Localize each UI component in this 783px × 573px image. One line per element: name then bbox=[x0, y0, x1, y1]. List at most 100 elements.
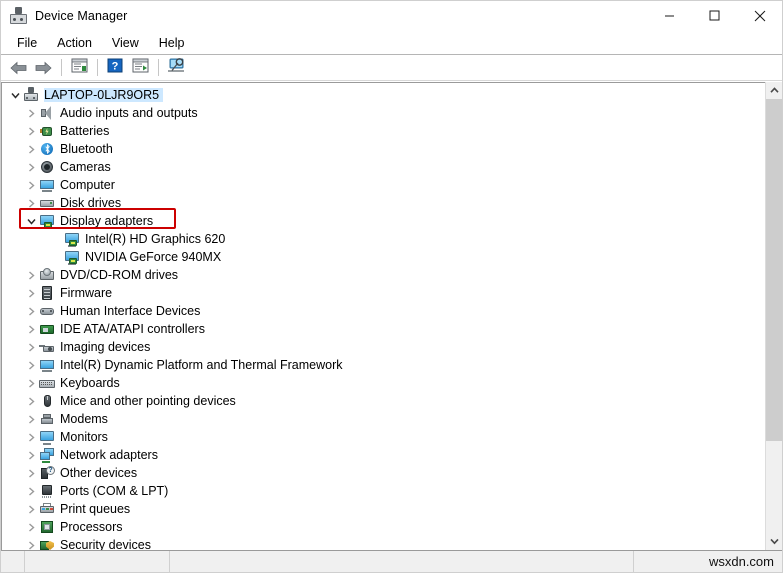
chevron-right-icon[interactable] bbox=[24, 194, 39, 212]
tree-item-human-interface-devices[interactable]: Human Interface Devices bbox=[2, 302, 765, 320]
menu-bar: File Action View Help bbox=[1, 31, 782, 55]
scrollbar-thumb[interactable] bbox=[766, 99, 782, 441]
chevron-right-icon[interactable] bbox=[24, 428, 39, 446]
chevron-right-icon[interactable] bbox=[24, 518, 39, 536]
tree-item-label: Ports (COM & LPT) bbox=[60, 484, 169, 498]
vertical-scrollbar[interactable] bbox=[765, 82, 782, 550]
menu-action[interactable]: Action bbox=[47, 34, 102, 52]
dvd-drive-icon bbox=[39, 267, 55, 283]
update-driver-button[interactable] bbox=[128, 57, 152, 79]
tree-item-label: Computer bbox=[60, 178, 115, 192]
tree-item-label: Disk drives bbox=[60, 196, 122, 210]
tree-item-label: Imaging devices bbox=[60, 340, 151, 354]
close-button[interactable] bbox=[737, 1, 782, 31]
computer-icon bbox=[39, 177, 55, 193]
toolbar: ? bbox=[1, 55, 782, 81]
tree-item-modems[interactable]: Modems bbox=[2, 410, 765, 428]
tree-root-node[interactable]: LAPTOP-0LJR9OR5 bbox=[2, 86, 765, 104]
window-title: Device Manager bbox=[35, 8, 128, 23]
chevron-down-icon[interactable] bbox=[24, 212, 39, 230]
chevron-right-icon[interactable] bbox=[24, 338, 39, 356]
tree-item-disk-drives[interactable]: Disk drives bbox=[2, 194, 765, 212]
device-manager-icon bbox=[10, 7, 27, 24]
chevron-right-icon[interactable] bbox=[24, 158, 39, 176]
chevron-right-icon[interactable] bbox=[24, 140, 39, 158]
tree-item-computer[interactable]: Computer bbox=[2, 176, 765, 194]
scroll-up-button[interactable] bbox=[766, 82, 782, 99]
tree-item-intel-hd-graphics-620[interactable]: Intel(R) HD Graphics 620 bbox=[2, 230, 765, 248]
tree-item-network-adapters[interactable]: Network adapters bbox=[2, 446, 765, 464]
chevron-right-icon[interactable] bbox=[24, 410, 39, 428]
tree-item-bluetooth[interactable]: Bluetooth bbox=[2, 140, 765, 158]
chevron-right-icon[interactable] bbox=[24, 392, 39, 410]
tree-item-label: Mice and other pointing devices bbox=[60, 394, 236, 408]
tree-item-mice-and-other-pointing-devices[interactable]: Mice and other pointing devices bbox=[2, 392, 765, 410]
tree-item-intel-dynamic-platform-and-thermal-framework[interactable]: Intel(R) Dynamic Platform and Thermal Fr… bbox=[2, 356, 765, 374]
tree-root-label: LAPTOP-0LJR9OR5 bbox=[44, 88, 164, 102]
tree-item-imaging-devices[interactable]: Imaging devices bbox=[2, 338, 765, 356]
tree-item-ide-ata-atapi-controllers[interactable]: IDE ATA/ATAPI controllers bbox=[2, 320, 765, 338]
tree-item-label: Monitors bbox=[60, 430, 108, 444]
menu-file[interactable]: File bbox=[7, 34, 47, 52]
chevron-right-icon[interactable] bbox=[24, 374, 39, 392]
imaging-device-icon bbox=[39, 339, 55, 355]
tree-item-nvidia-geforce-940mx[interactable]: NVIDIA GeForce 940MX bbox=[2, 248, 765, 266]
tree-item-display-adapters[interactable]: Display adapters bbox=[2, 212, 765, 230]
chevron-down-icon[interactable] bbox=[8, 86, 23, 104]
back-button[interactable] bbox=[6, 57, 30, 79]
display-adapter-icon bbox=[39, 213, 55, 229]
chevron-right-icon[interactable] bbox=[24, 446, 39, 464]
help-button[interactable]: ? bbox=[103, 57, 127, 79]
toolbar-separator bbox=[97, 59, 98, 76]
tree-item-firmware[interactable]: Firmware bbox=[2, 284, 765, 302]
properties-icon bbox=[71, 58, 88, 78]
tree-item-cameras[interactable]: Cameras bbox=[2, 158, 765, 176]
chevron-right-icon[interactable] bbox=[24, 356, 39, 374]
status-cell-2 bbox=[25, 550, 170, 573]
toolbar-separator bbox=[158, 59, 159, 76]
svg-text:?: ? bbox=[112, 60, 119, 72]
tree-item-security-devices[interactable]: Security devices bbox=[2, 536, 765, 550]
update-driver-icon bbox=[132, 58, 149, 78]
chevron-right-icon[interactable] bbox=[24, 482, 39, 500]
watermark: wsxdn.com bbox=[708, 554, 774, 569]
chevron-right-icon[interactable] bbox=[24, 464, 39, 482]
forward-button[interactable] bbox=[31, 57, 55, 79]
minimize-button[interactable] bbox=[647, 1, 692, 31]
chevron-right-icon[interactable] bbox=[24, 122, 39, 140]
maximize-button[interactable] bbox=[692, 1, 737, 31]
tree-item-ports-com-lpt[interactable]: Ports (COM & LPT) bbox=[2, 482, 765, 500]
tree-item-audio-inputs-and-outputs[interactable]: Audio inputs and outputs bbox=[2, 104, 765, 122]
tree-item-other-devices[interactable]: ? Other devices bbox=[2, 464, 765, 482]
content-area: LAPTOP-0LJR9OR5 Audio inputs and outputs bbox=[1, 81, 782, 550]
tree-item-dvd-cd-rom-drives[interactable]: DVD/CD-ROM drives bbox=[2, 266, 765, 284]
tree-item-print-queues[interactable]: Print queues bbox=[2, 500, 765, 518]
tree-item-label: Modems bbox=[60, 412, 108, 426]
tree-item-label: DVD/CD-ROM drives bbox=[60, 268, 179, 282]
chevron-right-icon[interactable] bbox=[24, 500, 39, 518]
chevron-right-icon[interactable] bbox=[24, 320, 39, 338]
camera-icon bbox=[39, 159, 55, 175]
modem-icon bbox=[39, 411, 55, 427]
menu-view[interactable]: View bbox=[102, 34, 149, 52]
network-adapter-icon bbox=[39, 447, 55, 463]
computer-node-icon bbox=[23, 87, 39, 103]
chevron-right-icon[interactable] bbox=[24, 266, 39, 284]
chevron-right-icon[interactable] bbox=[24, 176, 39, 194]
scroll-down-button[interactable] bbox=[766, 533, 782, 550]
chevron-right-icon[interactable] bbox=[24, 302, 39, 320]
device-tree[interactable]: LAPTOP-0LJR9OR5 Audio inputs and outputs bbox=[1, 82, 765, 550]
menu-help[interactable]: Help bbox=[149, 34, 195, 52]
properties-button[interactable] bbox=[67, 57, 91, 79]
tree-item-label: Bluetooth bbox=[60, 142, 113, 156]
tree-item-batteries[interactable]: Batteries bbox=[2, 122, 765, 140]
chevron-right-icon[interactable] bbox=[24, 536, 39, 550]
tree-item-monitors[interactable]: Monitors bbox=[2, 428, 765, 446]
chevron-right-icon[interactable] bbox=[24, 104, 39, 122]
scrollbar-track[interactable] bbox=[766, 99, 782, 533]
tree-item-keyboards[interactable]: Keyboards bbox=[2, 374, 765, 392]
scan-hardware-changes-button[interactable] bbox=[164, 57, 188, 79]
chevron-right-icon[interactable] bbox=[24, 284, 39, 302]
scan-hardware-icon bbox=[167, 57, 186, 78]
tree-item-processors[interactable]: Processors bbox=[2, 518, 765, 536]
